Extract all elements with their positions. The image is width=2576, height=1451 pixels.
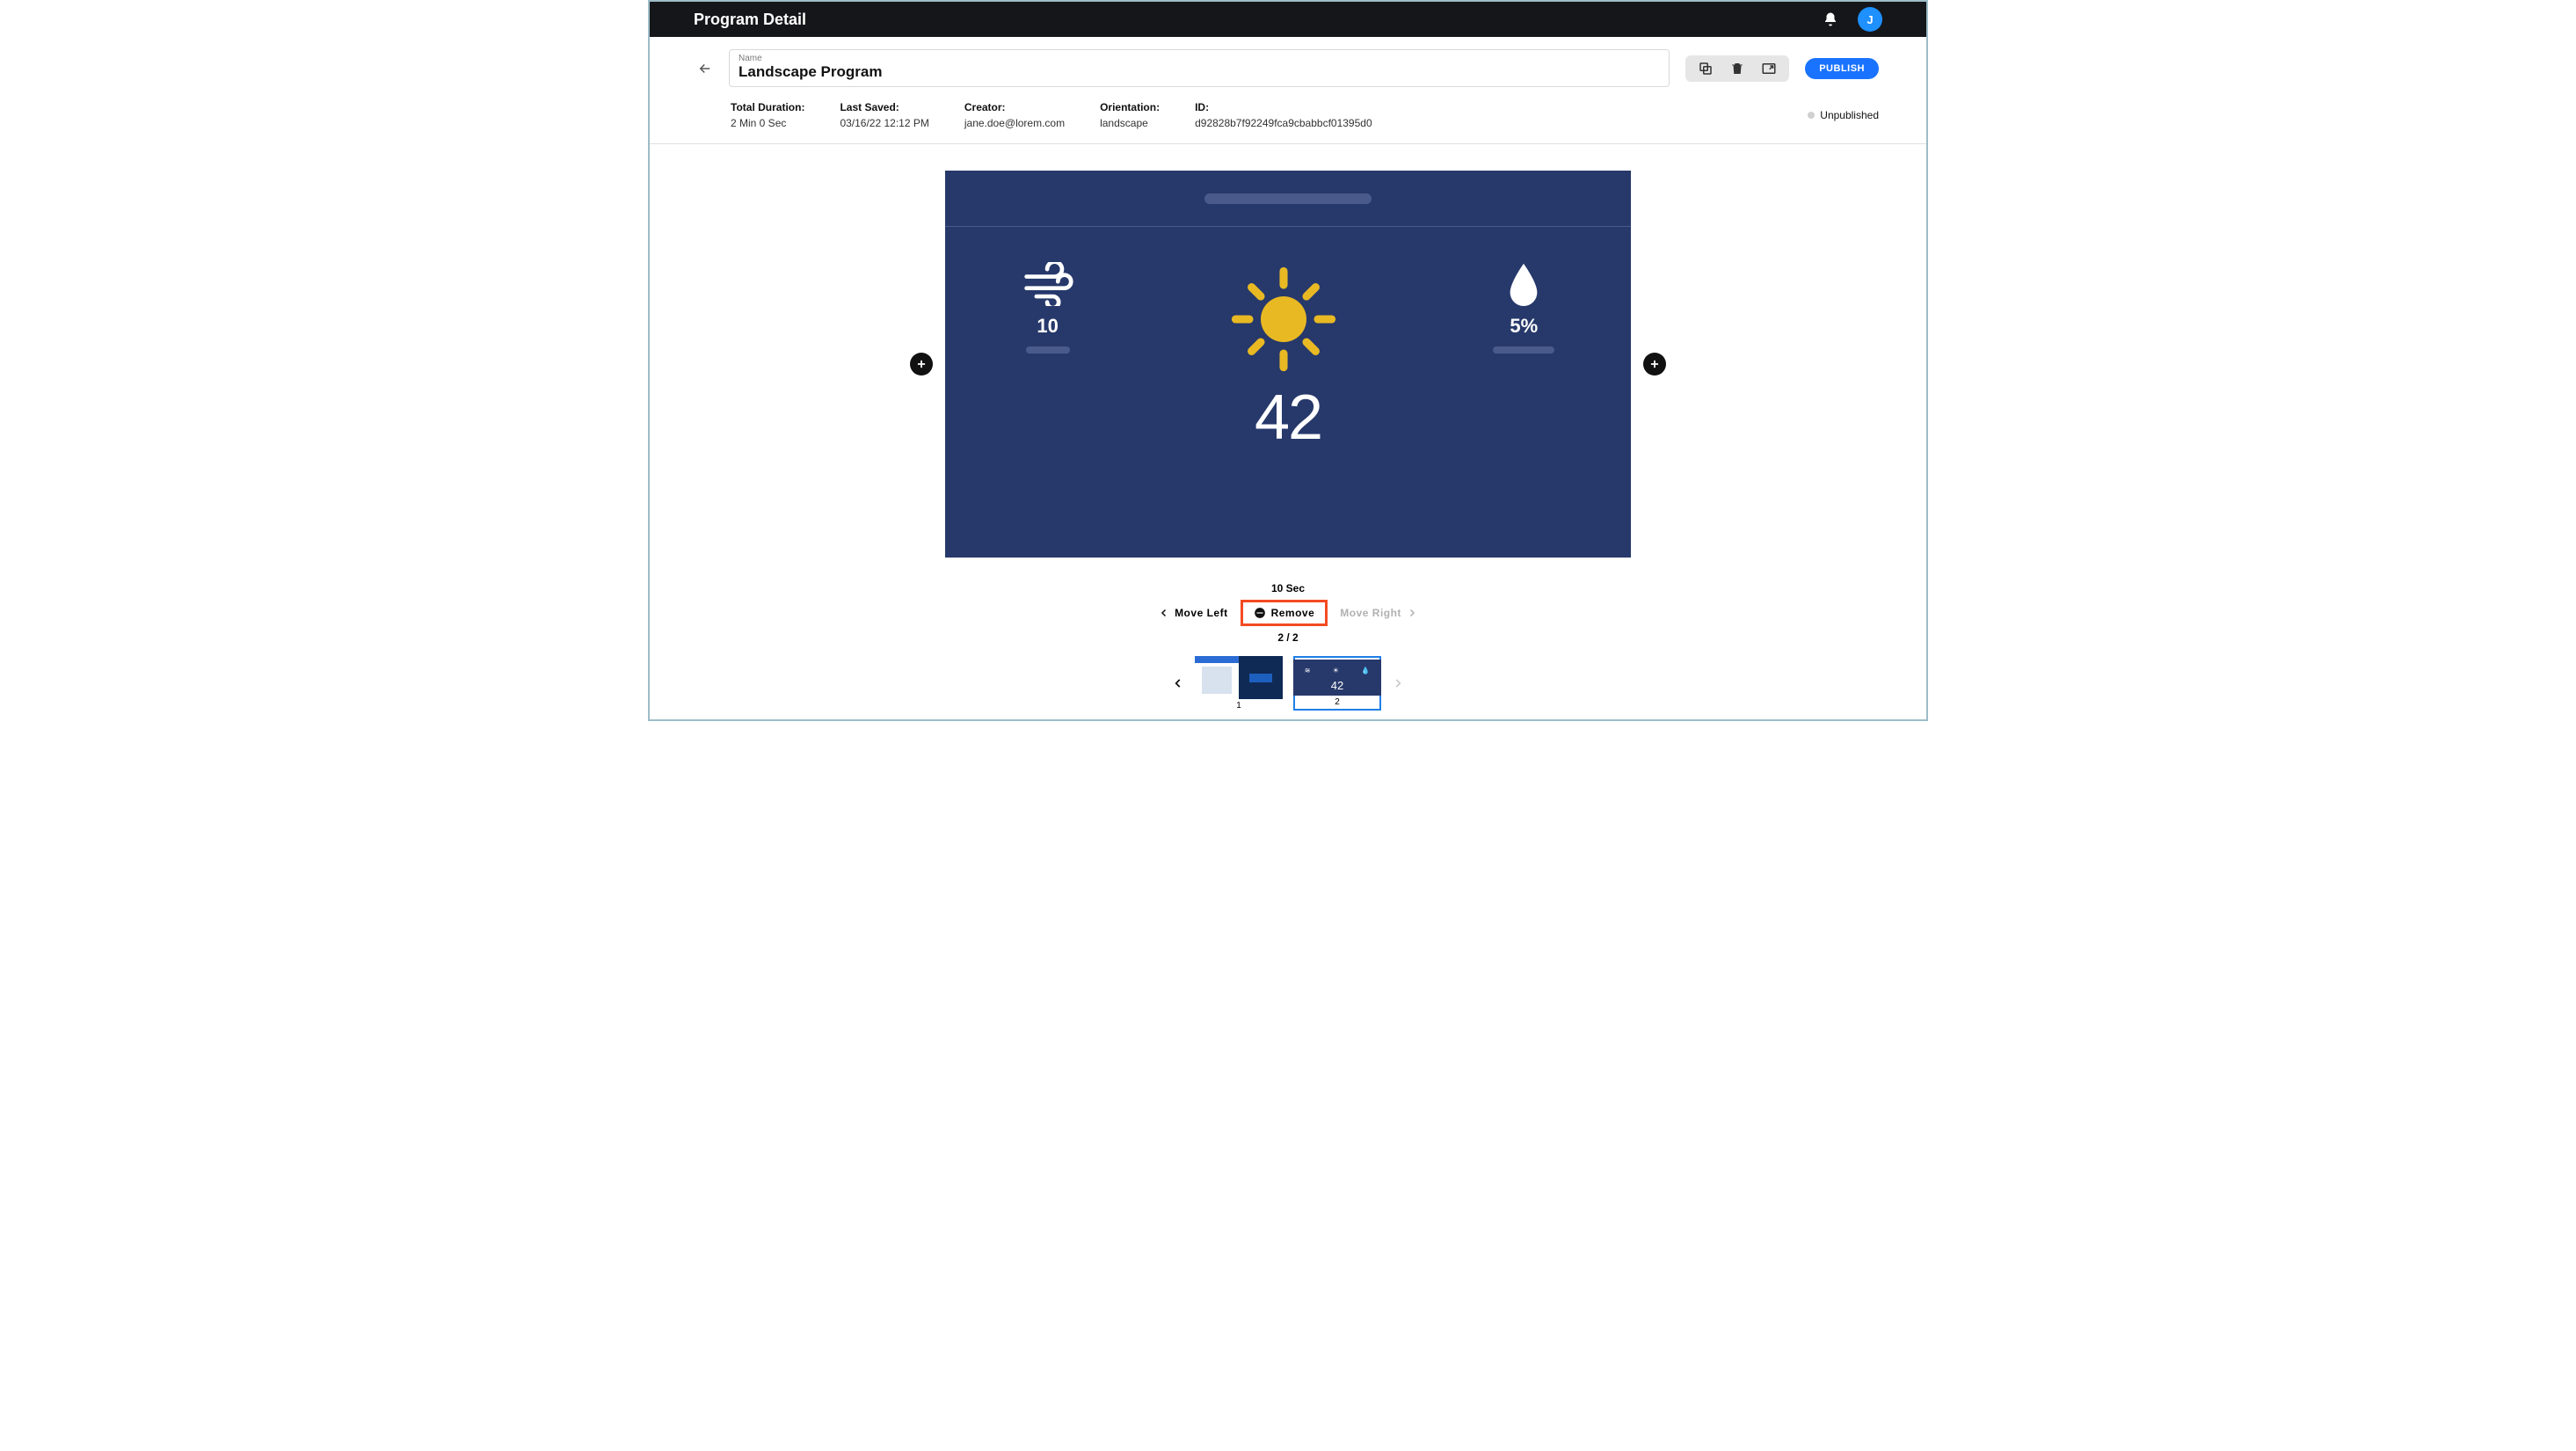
sun-icon: [1226, 262, 1341, 376]
meta-id: ID: d92828b7f92249fca9cbabbcf01395d0: [1195, 101, 1372, 129]
chevron-right-icon: [1407, 608, 1417, 618]
chevron-left-icon: [1159, 608, 1169, 618]
wind-icon: [1022, 262, 1074, 306]
thumbnail-label: 1: [1236, 701, 1241, 711]
sun-icon: ☀: [1333, 667, 1339, 674]
program-name-field[interactable]: Name Landscape Program: [729, 49, 1670, 87]
thumb-temp: 42: [1293, 679, 1381, 692]
notifications-icon[interactable]: [1823, 11, 1838, 27]
thumb-next-icon: [1392, 677, 1404, 689]
humidity-column: 5%: [1493, 262, 1554, 354]
canvas-area: 10: [650, 144, 1926, 719]
thumbnail-row: 1 ≋ ☀ 💧 42 2: [1172, 656, 1404, 711]
sun-column: [1226, 262, 1341, 376]
meta-orientation: Orientation: landscape: [1100, 101, 1160, 129]
fullscreen-icon[interactable]: [1761, 61, 1777, 77]
placeholder-pill: [1204, 193, 1372, 204]
plus-icon: [915, 358, 928, 370]
publish-status: Unpublished: [1808, 101, 1879, 129]
status-dot-icon: [1808, 112, 1815, 119]
publish-button[interactable]: PUBLISH: [1805, 58, 1879, 79]
slide-preview[interactable]: 10: [945, 171, 1631, 558]
name-value: Landscape Program: [739, 63, 1660, 81]
water-drop-icon: 💧: [1361, 667, 1370, 674]
thumb-prev-icon[interactable]: [1172, 677, 1184, 689]
meta-row: Total Duration: 2 Min 0 Sec Last Saved: …: [697, 87, 1879, 143]
thumbnail-1[interactable]: 1: [1195, 656, 1283, 711]
action-pill: [1685, 55, 1789, 82]
move-right-button: Move Right: [1340, 607, 1417, 619]
remove-button-highlight: Remove: [1241, 600, 1328, 626]
slide-header-bar: [945, 171, 1631, 227]
slide-controls: 10 Sec Move Left Remove Move Right 2: [1159, 582, 1417, 644]
wind-value: 10: [1037, 315, 1058, 338]
name-label: Name: [739, 54, 1660, 63]
wind-icon: ≋: [1305, 667, 1311, 674]
page-title: Program Detail: [694, 11, 806, 29]
slide-position: 2 / 2: [1277, 631, 1298, 644]
remove-circle-icon: [1254, 607, 1266, 619]
back-arrow-icon[interactable]: [697, 61, 713, 77]
add-slide-right-button[interactable]: [1643, 353, 1666, 376]
thumbnail-2[interactable]: ≋ ☀ 💧 42 2: [1293, 656, 1381, 711]
topbar: Program Detail J: [650, 2, 1926, 37]
add-slide-left-button[interactable]: [910, 353, 933, 376]
meta-creator: Creator: jane.doe@lorem.com: [964, 101, 1065, 129]
header-zone: Name Landscape Program PUBLISH Total Dur…: [650, 37, 1926, 143]
placeholder-pill: [1493, 346, 1554, 354]
remove-button[interactable]: Remove: [1254, 607, 1315, 619]
move-left-button[interactable]: Move Left: [1159, 607, 1228, 619]
wind-column: 10: [1022, 262, 1074, 354]
trash-icon[interactable]: [1729, 61, 1745, 77]
avatar[interactable]: J: [1858, 7, 1882, 32]
water-drop-icon: [1506, 262, 1541, 306]
placeholder-pill: [1026, 346, 1070, 354]
meta-last-saved: Last Saved: 03/16/22 12:12 PM: [840, 101, 928, 129]
thumbnail-label: 2: [1335, 697, 1340, 707]
copy-icon[interactable]: [1698, 61, 1714, 77]
slide-duration: 10 Sec: [1271, 582, 1305, 594]
temperature-value: 42: [1255, 382, 1321, 454]
meta-total-duration: Total Duration: 2 Min 0 Sec: [731, 101, 804, 129]
humidity-value: 5%: [1510, 315, 1538, 338]
plus-icon: [1648, 358, 1661, 370]
